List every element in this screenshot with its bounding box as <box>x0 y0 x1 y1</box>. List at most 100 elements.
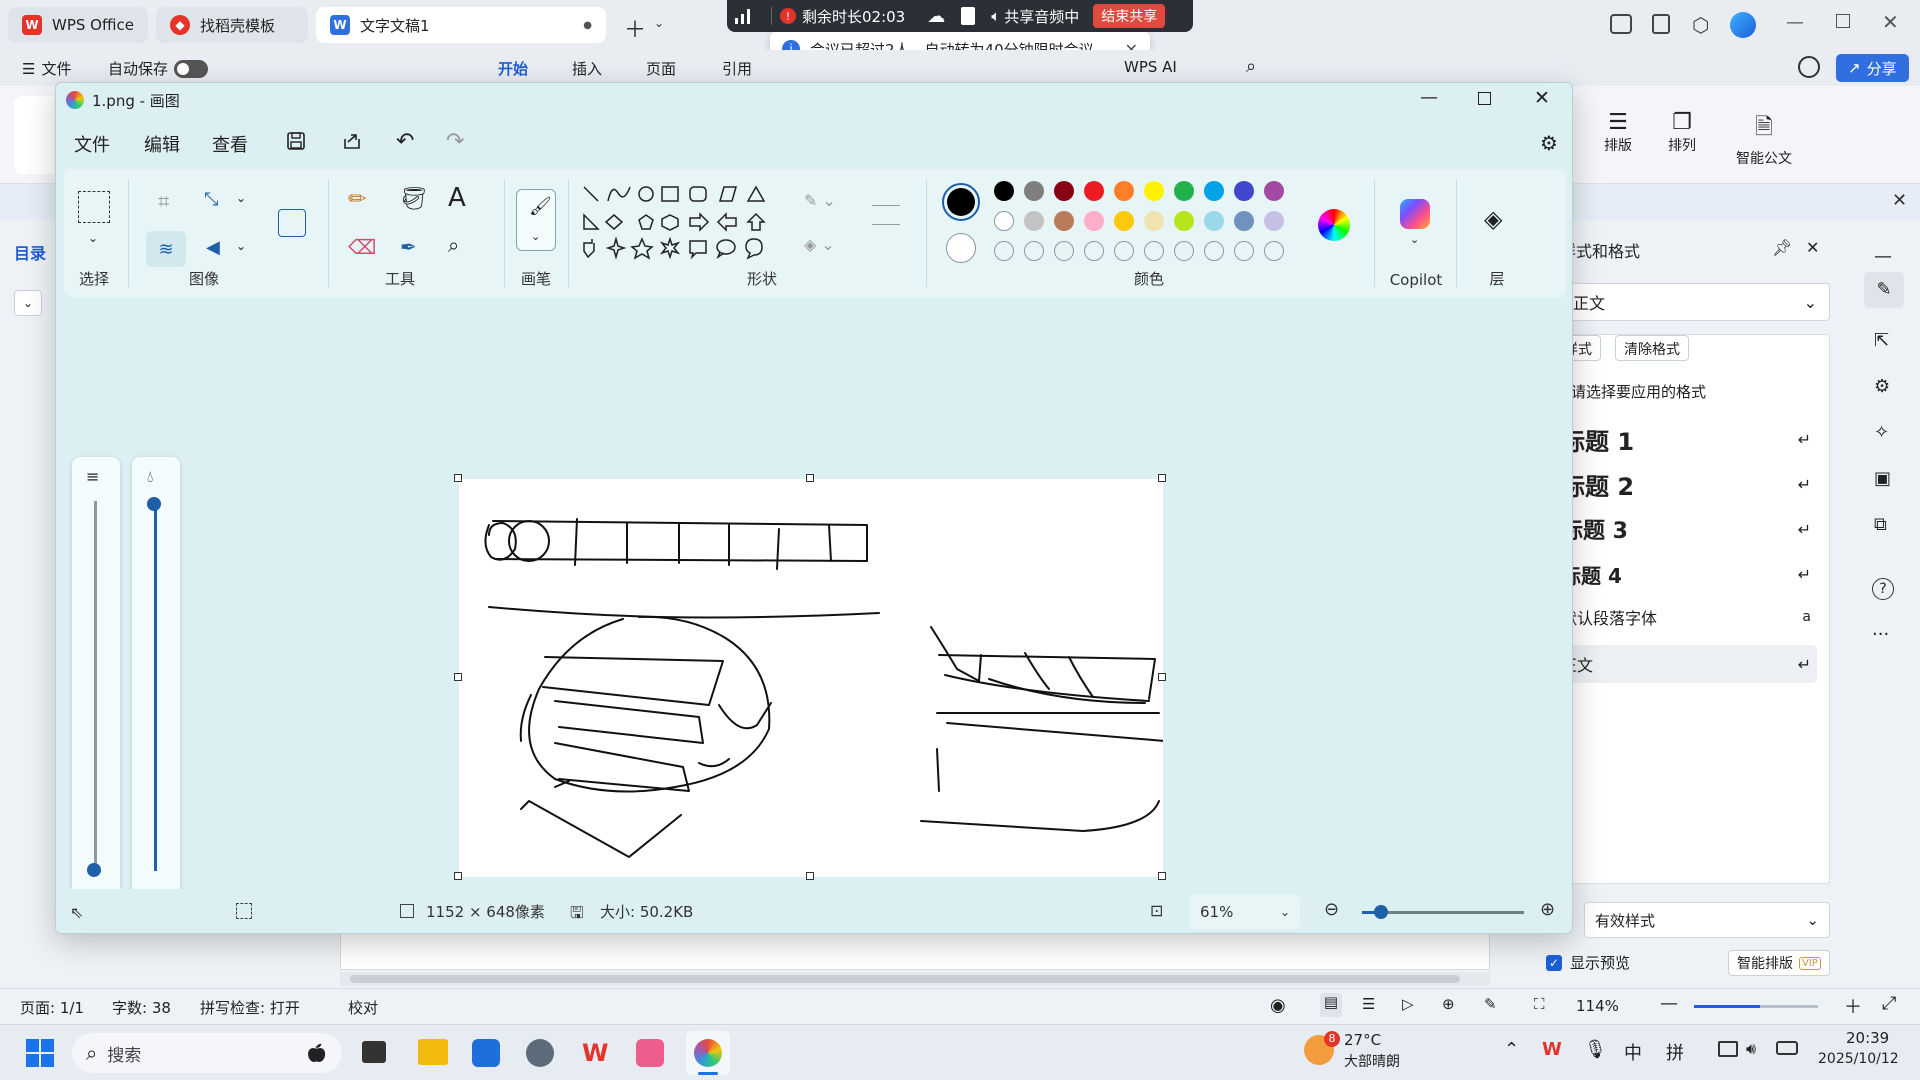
clock-time[interactable]: 20:39 <box>1846 1029 1889 1047</box>
drawing-canvas[interactable] <box>459 479 1163 877</box>
color-swatch[interactable] <box>1264 211 1284 231</box>
web-icon[interactable]: ⊕ <box>1442 995 1455 1013</box>
paint-maximize-icon[interactable] <box>1478 92 1491 105</box>
proofread[interactable]: 校对 <box>348 997 378 1018</box>
color-swatch[interactable] <box>1024 211 1044 231</box>
word-count[interactable]: 字数: 38 <box>112 997 171 1018</box>
typeset-button[interactable]: ☰ 排版 <box>1588 110 1648 155</box>
brush-button[interactable]: 🖌︎ ⌄ <box>516 189 556 251</box>
taskbar-search[interactable]: ⌕ 搜索 🍎︎ <box>72 1033 342 1073</box>
layers-icon[interactable]: ◈ <box>1484 205 1502 233</box>
end-share-button[interactable]: 结束共享 <box>1093 4 1166 28</box>
style-item-heading4[interactable]: 标题 4 ↵ <box>1561 556 1811 592</box>
color-swatch[interactable] <box>1204 211 1224 231</box>
style-item-heading3[interactable]: 标题 3 ↵ <box>1561 511 1811 547</box>
menu-reference[interactable]: 引用 <box>722 58 752 79</box>
brush-size-slider[interactable]: ≡ <box>72 457 120 907</box>
zoom-select[interactable]: 61% ⌄ <box>1190 895 1300 929</box>
paint-menu-view[interactable]: 查看 <box>212 131 248 157</box>
battery-icon[interactable] <box>1776 1041 1798 1055</box>
resize-handle[interactable] <box>454 673 462 681</box>
wps-zoom-slider[interactable] <box>1694 1005 1818 1008</box>
share-export-icon[interactable] <box>342 131 362 151</box>
edit-colors-icon[interactable] <box>1318 209 1350 241</box>
color-swatch[interactable] <box>1264 181 1284 201</box>
color-swatch[interactable] <box>1234 211 1254 231</box>
style-item-body[interactable]: 正文 ↵ <box>1561 645 1817 683</box>
adjust-icon[interactable]: ⚙ <box>1874 376 1890 397</box>
custom-color-slot[interactable] <box>1264 241 1284 261</box>
color-swatch[interactable] <box>994 181 1014 201</box>
zoom-slider-thumb[interactable] <box>1374 905 1388 919</box>
custom-color-slot[interactable] <box>1024 241 1044 261</box>
screenshot-icon[interactable] <box>1610 14 1632 34</box>
color-swatch[interactable] <box>1234 181 1254 201</box>
undo-icon[interactable]: ↶ <box>396 129 414 154</box>
custom-color-slot[interactable] <box>1114 241 1134 261</box>
resize-chevron-icon[interactable]: ⌄ <box>236 191 246 205</box>
rotate-icon[interactable]: ◀ <box>206 237 220 258</box>
save-icon[interactable] <box>286 131 306 151</box>
tab-wps-office[interactable]: W WPS Office <box>8 7 148 43</box>
size-slider-thumb[interactable] <box>87 863 101 877</box>
color-swatch[interactable] <box>1114 211 1134 231</box>
style-item-heading2[interactable]: 标题 2 ↵ <box>1561 466 1811 502</box>
magnifier-icon[interactable]: ⌕ <box>448 233 459 257</box>
puzzle-icon[interactable]: ⧉ <box>1874 514 1887 535</box>
select-chevron-icon[interactable]: ⌄ <box>88 231 98 245</box>
volume-icon[interactable]: 🔊︎ <box>1746 1039 1756 1059</box>
task-view-icon[interactable] <box>362 1041 386 1063</box>
ime-type[interactable]: 拼 <box>1666 1039 1684 1065</box>
tab-template[interactable]: ◆ 找稻壳模板 <box>156 7 308 43</box>
color-swatch[interactable] <box>1054 181 1074 201</box>
color-swatch[interactable] <box>1204 181 1224 201</box>
collapse-icon[interactable]: — <box>1874 246 1892 267</box>
cube-icon[interactable]: ⬡ <box>1692 13 1709 37</box>
paint-minimize-icon[interactable]: — <box>1420 87 1438 108</box>
image-creator-icon[interactable] <box>278 209 306 237</box>
tray-chevron-icon[interactable]: ⌃ <box>1504 1039 1519 1060</box>
pen-icon[interactable]: ✎ <box>1484 995 1497 1013</box>
remove-background-icon[interactable]: ≋ <box>146 231 186 267</box>
outline-icon[interactable]: ☰ <box>1362 995 1375 1013</box>
paint-taskbar-button[interactable] <box>686 1031 730 1075</box>
fill-bucket-icon[interactable]: 🪣︎ <box>400 187 428 212</box>
paint-menu-edit[interactable]: 编辑 <box>144 131 180 157</box>
magic-icon[interactable]: ✧ <box>1874 422 1889 443</box>
menu-home[interactable]: 开始 <box>498 58 528 79</box>
zoom-out-icon[interactable]: — <box>1660 993 1678 1014</box>
clear-format-button[interactable]: 清除格式 <box>1615 335 1689 361</box>
toc-collapse-icon[interactable]: ⌄ <box>14 290 42 316</box>
spell-check[interactable]: 拼写检查: 打开 <box>200 997 300 1018</box>
pin-icon[interactable]: 📌︎ <box>1772 238 1792 257</box>
paint-zoom-out-icon[interactable]: ⊖ <box>1324 899 1339 920</box>
fit-page-icon[interactable]: ⛶ <box>1534 995 1545 1013</box>
resize-handle[interactable] <box>806 872 814 880</box>
show-preview-checkbox[interactable]: ✓ 显示预览 <box>1546 952 1630 973</box>
page-view-icon[interactable]: ▤ <box>1320 993 1342 1017</box>
color-swatch[interactable] <box>994 211 1014 231</box>
play-icon[interactable]: ▷ <box>1402 995 1414 1013</box>
copilot-icon[interactable] <box>1400 199 1430 229</box>
cloud-sync-icon[interactable] <box>1798 56 1820 78</box>
restore-icon[interactable] <box>1836 14 1850 28</box>
color-swatch[interactable] <box>1144 211 1164 231</box>
search-icon[interactable]: ⌕ <box>1246 56 1256 77</box>
arrange-button[interactable]: ❐ 排列 <box>1652 110 1712 155</box>
panel-close-icon[interactable]: ✕ <box>1806 238 1819 257</box>
eraser-icon[interactable]: ⌫ <box>348 235 376 259</box>
photos-icon[interactable] <box>472 1039 500 1067</box>
avatar[interactable] <box>1730 12 1756 38</box>
select-rectangle-icon[interactable] <box>78 191 110 223</box>
tab-list-chevron-icon[interactable]: ⌄ <box>654 16 664 30</box>
tab-document[interactable]: W 文字文稿1 ● <box>316 7 606 43</box>
format-painter-button[interactable] <box>14 96 54 174</box>
color1-selector[interactable] <box>942 183 980 221</box>
paint-close-icon[interactable]: ✕ <box>1534 87 1550 109</box>
resize-handle[interactable] <box>1158 673 1166 681</box>
smart-doc-button[interactable]: 🗎︎ 智能公文 <box>1724 110 1804 168</box>
color-swatch[interactable] <box>1114 181 1134 201</box>
custom-color-slot[interactable] <box>1234 241 1254 261</box>
settings-icon[interactable] <box>526 1039 554 1067</box>
color-swatch[interactable] <box>1084 211 1104 231</box>
